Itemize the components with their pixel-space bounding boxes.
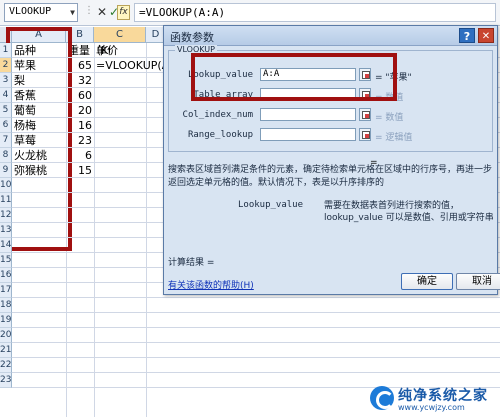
annotation-highlight-box xyxy=(6,27,72,251)
row-header-13[interactable]: 13 xyxy=(0,223,12,238)
row-header-17[interactable]: 17 xyxy=(0,283,12,298)
gridline xyxy=(12,327,500,328)
arg-result-range-lookup: = 逻辑值 xyxy=(375,133,413,143)
row-header-7[interactable]: 7 xyxy=(0,133,12,148)
help-icon[interactable]: ? xyxy=(459,28,475,43)
gridline xyxy=(12,357,500,358)
calculation-result: 计算结果 = xyxy=(168,258,215,268)
cell-c1[interactable]: 单价 xyxy=(94,43,146,58)
row-header-10[interactable]: 10 xyxy=(0,178,12,193)
gridline xyxy=(146,43,147,417)
function-help-link[interactable]: 有关该函数的帮助(H) xyxy=(168,278,254,291)
watermark-title: 纯净系统之家 xyxy=(398,388,488,404)
row-header-4[interactable]: 4 xyxy=(0,88,12,103)
gridline xyxy=(12,342,500,343)
row-header-19[interactable]: 19 xyxy=(0,313,12,328)
gridline xyxy=(94,43,95,417)
row-header-14[interactable]: 14 xyxy=(0,238,12,253)
arg-label-col-index-num: Col_index_num xyxy=(182,110,253,120)
close-icon[interactable]: ✕ xyxy=(478,28,494,43)
function-description: 搜索表区域首列满足条件的元素，确定待检索单元格在区域中的行序号，再进一步返回选定… xyxy=(168,165,493,188)
arg-description-name: Lookup_value xyxy=(238,200,304,210)
row-header-23[interactable]: 23 xyxy=(0,373,12,388)
name-box[interactable]: VLOOKUP ▼ xyxy=(4,3,78,22)
row-header-12[interactable]: 12 xyxy=(0,208,12,223)
arg-result-col-index-num: = 数值 xyxy=(375,113,404,123)
cancel-button[interactable]: 取消 xyxy=(456,273,500,290)
watermark: 纯净系统之家 www.ycwjzy.com xyxy=(370,384,498,414)
row-header-5[interactable]: 5 xyxy=(0,103,12,118)
name-box-value: VLOOKUP xyxy=(9,6,52,17)
dialog-title-bar[interactable]: 函数参数 ? ✕ xyxy=(164,26,497,46)
dialog-title: 函数参数 xyxy=(170,31,214,44)
row-header-16[interactable]: 16 xyxy=(0,268,12,283)
row-header-6[interactable]: 6 xyxy=(0,118,12,133)
gridline xyxy=(12,297,500,298)
annotation-highlight-box xyxy=(191,53,397,101)
range-picker-icon[interactable] xyxy=(359,108,371,121)
insert-function-fx-icon[interactable]: fx xyxy=(117,5,130,20)
watermark-logo-icon xyxy=(370,386,394,410)
arg-description: 需要在数据表首列进行搜索的值，lookup_value 可以是数值、引用或字符串 xyxy=(324,201,494,223)
row-header-22[interactable]: 22 xyxy=(0,358,12,373)
formula-bar: VLOOKUP ▼ ⋮ ✕ ✓ fx =VLOOKUP(A:A) xyxy=(0,0,500,26)
gridline xyxy=(12,372,500,373)
row-header-9[interactable]: 9 xyxy=(0,163,12,178)
row-header-15[interactable]: 15 xyxy=(0,253,12,268)
grip-icon: ⋮ xyxy=(84,5,94,16)
arg-label-range-lookup: Range_lookup xyxy=(187,130,253,140)
row-header-21[interactable]: 21 xyxy=(0,343,12,358)
row-header-2[interactable]: 2 xyxy=(0,58,12,73)
row-header-18[interactable]: 18 xyxy=(0,298,12,313)
col-index-num-input[interactable] xyxy=(260,108,356,121)
formula-input[interactable]: =VLOOKUP(A:A) xyxy=(134,3,496,22)
function-arguments-dialog: 函数参数 ? ✕ VLOOKUP Lookup_value A:A = "苹果"… xyxy=(163,25,500,295)
row-header-1[interactable]: 1 xyxy=(0,43,12,58)
range-picker-icon[interactable] xyxy=(359,128,371,141)
row-header-3[interactable]: 3 xyxy=(0,73,12,88)
gridline xyxy=(12,312,500,313)
watermark-url: www.ycwjzy.com xyxy=(398,403,465,412)
row-header-11[interactable]: 11 xyxy=(0,193,12,208)
chevron-down-icon[interactable]: ▼ xyxy=(70,8,75,17)
row-header-8[interactable]: 8 xyxy=(0,148,12,163)
column-header-c[interactable]: C xyxy=(94,27,146,43)
row-header-20[interactable]: 20 xyxy=(0,328,12,343)
range-lookup-input[interactable] xyxy=(260,128,356,141)
cell-c2[interactable]: =VLOOKUP(A:A) xyxy=(94,58,164,73)
ok-button[interactable]: 确定 xyxy=(401,273,453,290)
